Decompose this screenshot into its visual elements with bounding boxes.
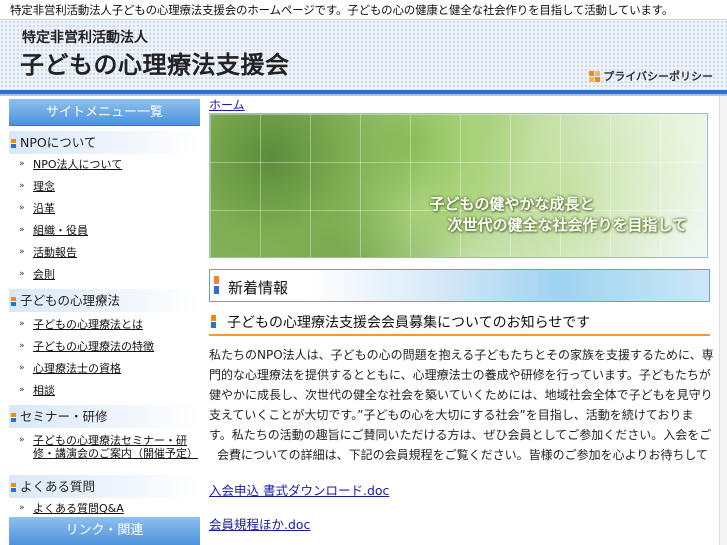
- breadcrumb-home-link[interactable]: ホーム: [209, 98, 709, 112]
- news-section-title-text: 新着情報: [228, 279, 289, 297]
- sidebar-section-therapy: 子どもの心理療法: [9, 288, 200, 312]
- sidebar-item-therapy-about[interactable]: » 子どもの心理療法とは: [9, 318, 200, 340]
- arrow-icon: »: [19, 225, 25, 235]
- site-logo-title[interactable]: 子どもの心理療法支援会: [20, 45, 290, 80]
- arrow-icon: »: [19, 181, 25, 191]
- news-subheading-text: 子どもの心理療法支援会会員募集についてのお知らせです: [227, 315, 591, 331]
- sidebar-item-consultation[interactable]: » 相談: [9, 384, 200, 400]
- sidebar-section-seminar: セミナー・研修: [9, 404, 200, 428]
- sidebar-links-title: リンク・関連: [9, 517, 200, 545]
- sidebar-item-rules[interactable]: » 会則: [9, 268, 200, 284]
- arrow-icon: »: [19, 503, 25, 513]
- arrow-icon: »: [19, 363, 25, 373]
- privacy-policy-link[interactable]: プライバシーポリシー: [589, 68, 713, 84]
- sidebar-item-seminar-info[interactable]: » 子どもの心理療法セミナー・研修・講演会のご案内（開催予定）: [9, 434, 200, 470]
- arrow-icon: »: [19, 435, 25, 445]
- membership-form-download-link[interactable]: 入会申込 書式ダウンロード.doc: [209, 480, 389, 499]
- sidebar-item-history[interactable]: » 沿革: [9, 202, 200, 224]
- sidebar-item-organization[interactable]: » 組織・役員: [9, 224, 200, 246]
- privacy-bullet-icon: [589, 70, 601, 82]
- sidebar-item-qualification[interactable]: » 心理療法士の資格: [9, 362, 200, 384]
- sidebar-item-philosophy[interactable]: » 理念: [9, 180, 200, 202]
- sidebar-section-npo: NPOについて: [9, 130, 200, 154]
- arrow-icon: »: [19, 159, 25, 169]
- sidebar-title: サイトメニュー一覧: [9, 99, 200, 126]
- hero-slogan: 子どもの健やかな成長と 次世代の健全な社会作りを目指して: [429, 194, 687, 236]
- sidebar-section-faq: よくある質問: [9, 474, 200, 498]
- page-right-edge: [719, 96, 727, 545]
- site-description-bar: 特定非営利活動法人子どもの心理療法支援会のホームページです。子どもの心の健康と健…: [0, 0, 727, 20]
- sidebar-item-activity[interactable]: » 活動報告: [9, 246, 200, 268]
- hero-slogan-line2: 次世代の健全な社会作りを目指して: [447, 216, 687, 234]
- hero-image: 子どもの健やかな成長と 次世代の健全な社会作りを目指して: [209, 113, 708, 258]
- arrow-icon: »: [19, 203, 25, 213]
- news-paragraph-2: 会費についての詳細は、下記の会員規程をご覧ください。皆様のご参加を心よりお待ちし…: [217, 448, 709, 462]
- sidebar: サイトメニュー一覧 NPOについて » NPO法人について » 理念 » 沿革 » 組織…: [9, 99, 200, 545]
- arrow-icon: »: [19, 247, 25, 257]
- main-content: ホーム 子どもの健やかな成長と 次世代の健全な社会作りを目指して 新着情報 子ど…: [209, 98, 714, 532]
- news-section-title: 新着情報: [209, 269, 710, 302]
- site-header: 特定非営利活動法人 子どもの心理療法支援会 プライバシーポリシー: [0, 20, 727, 90]
- news-subheading: 子どもの心理療法支援会会員募集についてのお知らせです: [209, 310, 710, 336]
- sidebar-item-npo-about[interactable]: » NPO法人について: [9, 158, 200, 180]
- header-divider-light: [0, 94, 727, 96]
- arrow-icon: »: [19, 319, 25, 329]
- privacy-policy-label: プライバシーポリシー: [603, 70, 713, 83]
- arrow-icon: »: [19, 341, 25, 351]
- news-paragraph-1: 私たちのNPO法人は、子どもの心の問題を抱える子どもたちとその家族を支援するため…: [209, 348, 714, 442]
- membership-rules-download-link[interactable]: 会員規程ほか.doc: [209, 514, 310, 533]
- org-type-label: 特定非営利活動法人: [22, 30, 148, 46]
- arrow-icon: »: [19, 269, 25, 279]
- arrow-icon: »: [19, 385, 25, 395]
- sidebar-item-therapy-features[interactable]: » 子どもの心理療法の特徴: [9, 340, 200, 362]
- news-body: 私たちのNPO法人は、子どもの心の問題を抱える子どもたちとその家族を支援するため…: [209, 345, 714, 465]
- sidebar-item-faq[interactable]: » よくある質問Q&A: [9, 502, 200, 518]
- hero-slogan-line1: 子どもの健やかな成長と: [429, 195, 595, 213]
- site-description-text: 特定非営利活動法人子どもの心理療法支援会のホームページです。子どもの心の健康と健…: [10, 3, 674, 17]
